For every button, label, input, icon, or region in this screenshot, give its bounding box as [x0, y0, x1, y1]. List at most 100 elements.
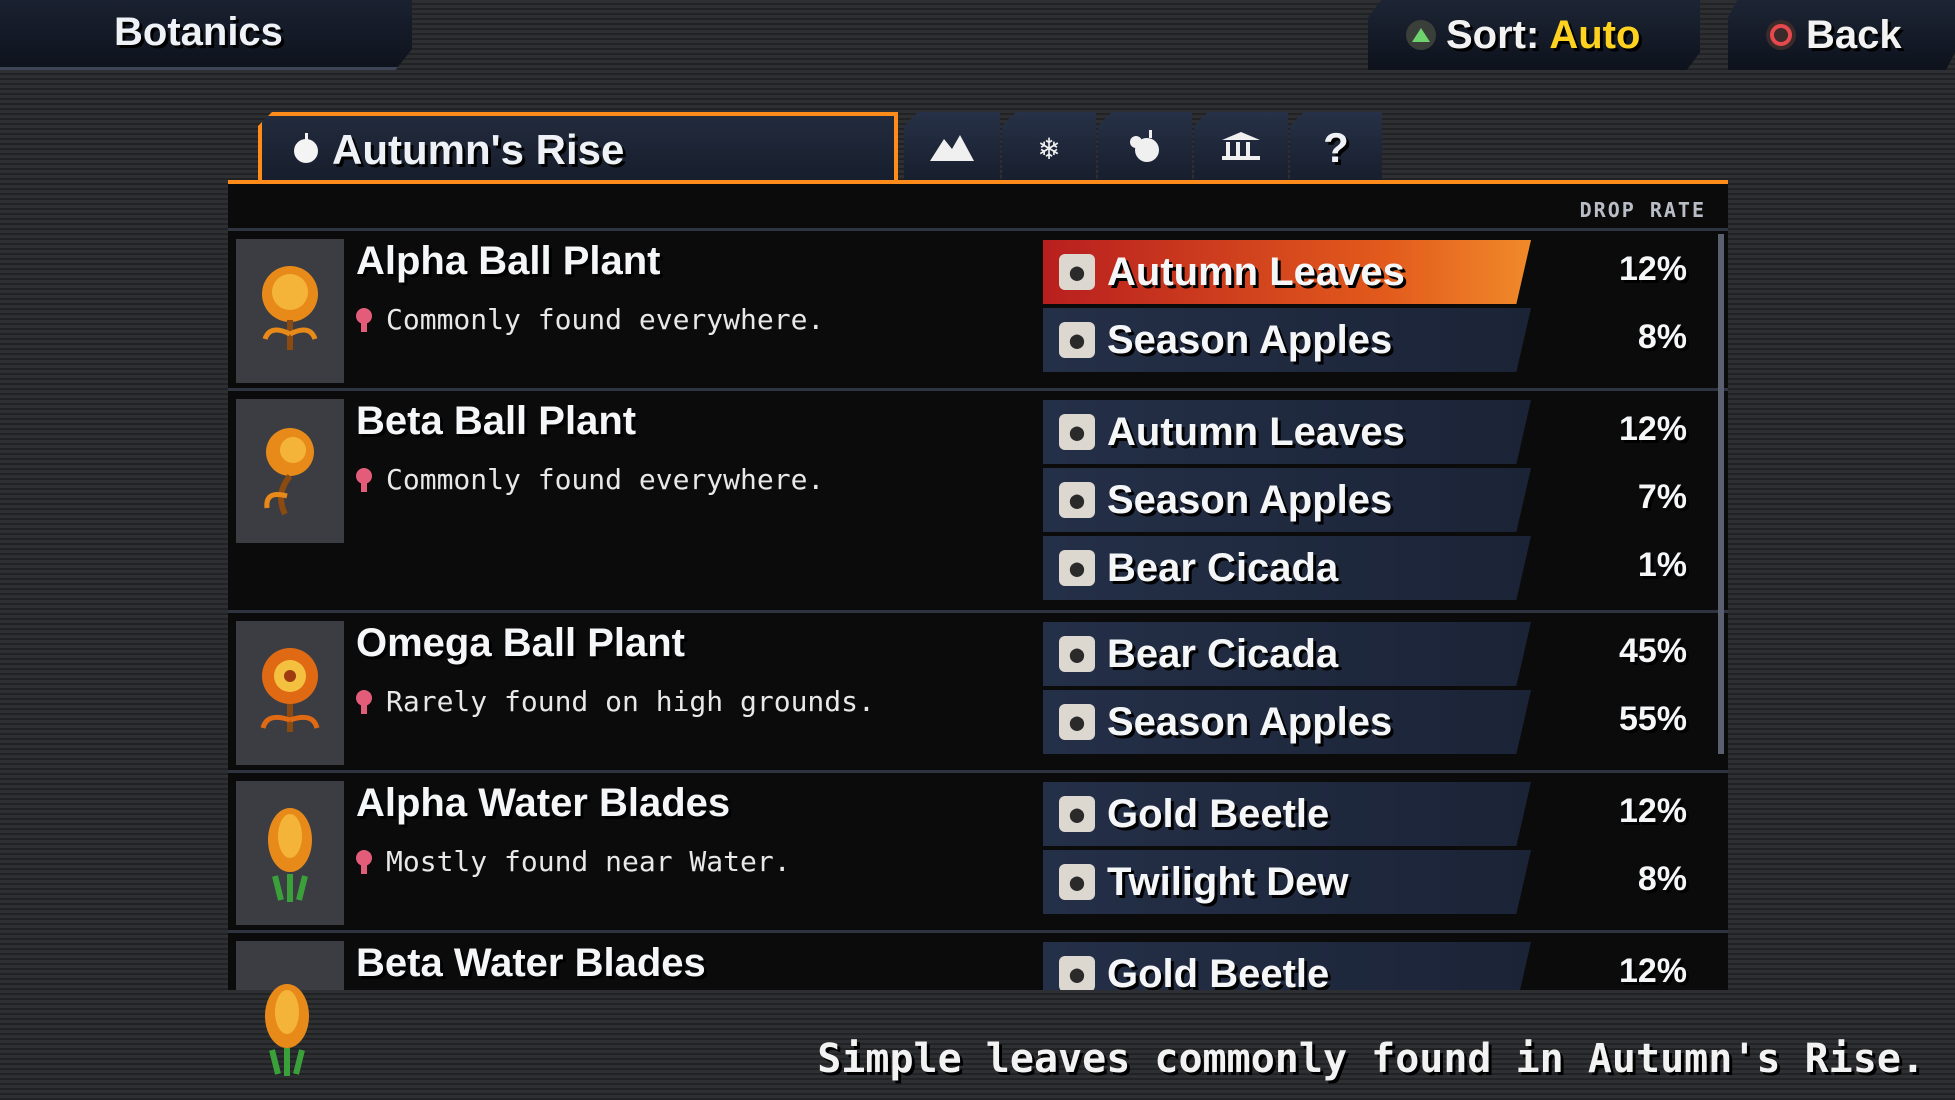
water-blades-icon [255, 796, 325, 910]
drop-item: ● Autumn Leaves [1043, 240, 1531, 304]
drop-rate-value: 12% [1618, 250, 1687, 288]
fruit-icon [1127, 128, 1163, 169]
drop-item: ● Gold Beetle [1043, 782, 1531, 846]
plant-location: Commonly found everywhere. [356, 463, 824, 496]
drop-item-icon: ● [1059, 636, 1095, 672]
sort-button[interactable]: Sort: Auto [1368, 0, 1700, 70]
plant-name: Omega Ball Plant [356, 621, 685, 665]
drop-row[interactable]: ● Bear Cicada 1% [1043, 536, 1715, 600]
drop-item: ● Twilight Dew [1043, 850, 1531, 914]
drop-list: ● Bear Cicada 45% ● Season Apples 55% [1043, 622, 1715, 754]
drop-item-name: Bear Cicada [1107, 545, 1339, 590]
plant-name: Beta Water Blades [356, 941, 706, 985]
plant-row[interactable]: Omega Ball Plant Rarely found on high gr… [228, 613, 1728, 773]
drop-row[interactable]: ● Twilight Dew 8% [1043, 850, 1715, 914]
drop-item-icon: ● [1059, 796, 1095, 832]
ball-plant-icon [255, 636, 325, 750]
triangle-button-icon [1406, 20, 1436, 50]
location-pin-icon [356, 689, 372, 714]
plant-row[interactable]: Beta Ball Plant Commonly found everywher… [228, 391, 1728, 613]
drop-item-icon: ● [1059, 956, 1095, 990]
drop-rate-value: 12% [1618, 410, 1687, 448]
temple-icon [1220, 130, 1262, 167]
drop-row[interactable]: ● Gold Beetle 12% [1043, 782, 1715, 846]
drop-row[interactable]: ● Bear Cicada 45% [1043, 622, 1715, 686]
plant-location: Mostly found near Water. [356, 845, 791, 878]
plant-name: Alpha Ball Plant [356, 239, 661, 283]
tab-unknown[interactable]: ? [1290, 112, 1382, 184]
item-description: Simple leaves commonly found in Autumn's… [817, 1036, 1925, 1082]
tab-snowflake[interactable]: ❄ [1002, 112, 1096, 184]
location-pin-icon [356, 467, 372, 492]
ball-plant-icon [255, 254, 325, 368]
location-pin-icon [356, 307, 372, 332]
drop-item-name: Gold Beetle [1107, 791, 1330, 836]
drop-rate-value: 12% [1618, 792, 1687, 830]
drop-item-icon: ● [1059, 864, 1095, 900]
drop-row[interactable]: ● Autumn Leaves 12% [1043, 400, 1715, 464]
plant-row[interactable]: Alpha Water Blades Mostly found near Wat… [228, 773, 1728, 933]
plant-name: Beta Ball Plant [356, 399, 637, 443]
drop-item-name: Autumn Leaves [1107, 409, 1405, 454]
tab-fruit[interactable] [1098, 112, 1192, 184]
snowflake-icon: ❄ [1039, 129, 1059, 167]
plant-location-text: Rarely found on high grounds. [386, 685, 875, 718]
drop-row[interactable]: ● Season Apples 8% [1043, 308, 1715, 372]
drop-item-icon: ● [1059, 322, 1095, 358]
drop-item-name: Bear Cicada [1107, 631, 1339, 676]
plant-portrait [236, 621, 344, 765]
drop-item-name: Season Apples [1107, 477, 1393, 522]
drop-item-name: Season Apples [1107, 317, 1393, 362]
plant-location-text: Commonly found everywhere. [386, 463, 825, 496]
botanics-list-panel: DROP RATE Alpha Ball Plant Commonly foun… [228, 184, 1728, 990]
plant-location: Commonly found everywhere. [356, 303, 824, 336]
plant-portrait [236, 239, 344, 383]
drop-rate-value: 45% [1618, 632, 1687, 670]
drop-item-icon: ● [1059, 704, 1095, 740]
drop-rate-value: 8% [1637, 318, 1687, 356]
drop-item: ● Bear Cicada [1043, 536, 1531, 600]
drop-row[interactable]: ● Autumn Leaves 12% [1043, 240, 1715, 304]
drop-item-name: Gold Beetle [1107, 951, 1330, 991]
drop-list: ● Autumn Leaves 12% ● Season Apples 7% ● [1043, 400, 1715, 600]
plant-list[interactable]: Alpha Ball Plant Commonly found everywhe… [228, 228, 1728, 990]
circle-button-icon [1766, 20, 1796, 50]
scrollbar[interactable] [1718, 234, 1724, 754]
drop-rate-value: 1% [1637, 546, 1687, 584]
back-button[interactable]: Back [1728, 0, 1955, 70]
tab-mountain[interactable] [904, 112, 1000, 184]
drop-list: ● Gold Beetle 12% [1043, 942, 1715, 990]
plant-portrait [236, 781, 344, 925]
selected-plant-sprite [252, 978, 322, 1082]
drop-list: ● Gold Beetle 12% ● Twilight Dew 8% [1043, 782, 1715, 914]
plant-row[interactable]: Alpha Ball Plant Commonly found everywhe… [228, 231, 1728, 391]
drop-item-icon: ● [1059, 550, 1095, 586]
sort-label: Sort: [1446, 12, 1540, 57]
drop-rate-value: 12% [1618, 952, 1687, 990]
sort-value: Auto [1549, 12, 1641, 57]
drop-row[interactable]: ● Gold Beetle 12% [1043, 942, 1715, 990]
plant-name: Alpha Water Blades [356, 781, 731, 825]
plant-row[interactable]: Beta Water Blades ● Gold Beetle 12% [228, 933, 1728, 990]
question-icon: ? [1323, 124, 1349, 171]
drop-item-icon: ● [1059, 482, 1095, 518]
page-title: Botanics [114, 10, 283, 54]
drop-item-name: Season Apples [1107, 699, 1393, 744]
mountain-icon [930, 131, 974, 166]
apple-icon [292, 131, 320, 170]
drop-item: ● Autumn Leaves [1043, 400, 1531, 464]
drop-item: ● Season Apples [1043, 468, 1531, 532]
tab-temple[interactable] [1194, 112, 1288, 184]
tab-label: Autumn's Rise [332, 126, 625, 173]
drop-item: ● Season Apples [1043, 308, 1531, 372]
drop-row[interactable]: ● Season Apples 55% [1043, 690, 1715, 754]
drop-row[interactable]: ● Season Apples 7% [1043, 468, 1715, 532]
tab-autumns-rise[interactable]: Autumn's Rise [258, 112, 898, 184]
location-pin-icon [356, 849, 372, 874]
drop-item-icon: ● [1059, 254, 1095, 290]
plant-location: Rarely found on high grounds. [356, 685, 875, 718]
drop-list: ● Autumn Leaves 12% ● Season Apples 8% [1043, 240, 1715, 372]
drop-rate-value: 55% [1618, 700, 1687, 738]
drop-item-icon: ● [1059, 414, 1095, 450]
drop-rate-value: 7% [1637, 478, 1687, 516]
